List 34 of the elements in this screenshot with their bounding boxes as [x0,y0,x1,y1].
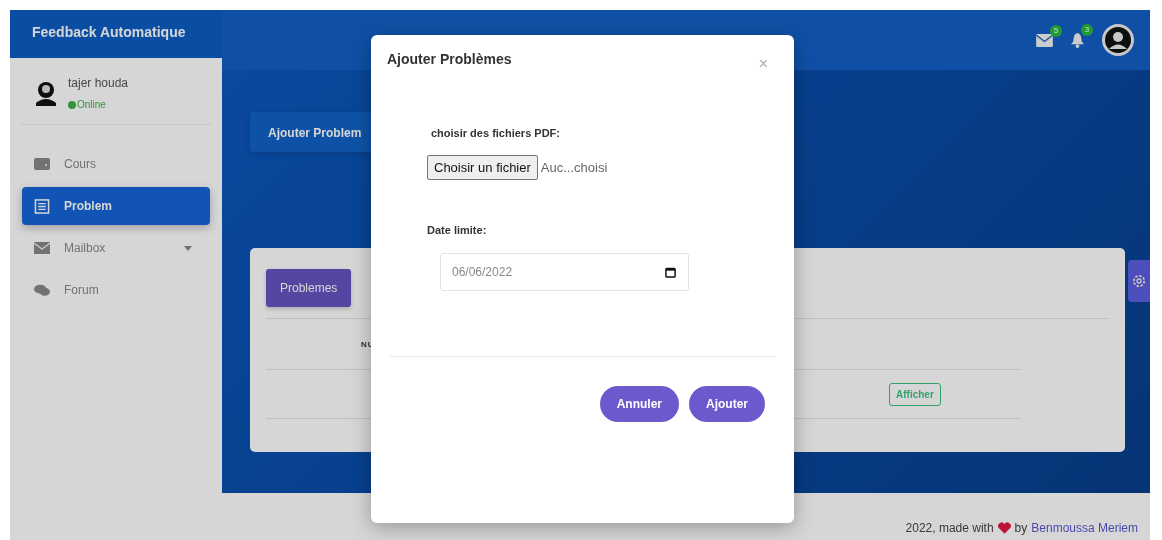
date-field[interactable]: 06/06/2022 [440,253,689,291]
status-text: Online [77,99,106,110]
calendar-icon [665,266,676,278]
settings-icon [1131,273,1147,289]
modal-title: Ajouter Problèmes [387,51,512,69]
wallet-icon [34,157,50,171]
app-title: Feedback Automatique [32,24,186,40]
notification-badge: 3 [1081,23,1093,36]
bell-icon[interactable] [1071,32,1084,48]
footer-credit: 2022, made with [905,521,994,535]
problemes-button[interactable]: Problemes [266,269,352,307]
file-label: choisir des fichiers PDF: [431,127,560,139]
author-link[interactable]: Benmoussa Meriem [1031,521,1138,535]
footer-by: by [1014,521,1028,535]
avatar-icon[interactable] [1102,24,1134,56]
nav-item[interactable]: Cours [22,145,210,183]
user-name: tajer houda [68,76,129,90]
page-title: Ajouter Problem [268,126,362,140]
heart-icon [997,522,1011,534]
cancel-button[interactable]: Annuler [599,386,679,422]
settings-tab[interactable] [1128,260,1150,302]
choose-file-button[interactable]: Choisir un fichier [427,155,538,180]
nav-item[interactable]: Forum [22,271,210,309]
date-label: Date limite: [427,224,487,236]
avatar-icon [34,80,58,106]
nav-item[interactable]: Problem [22,187,210,225]
envelope-icon[interactable] [1036,33,1053,47]
add-button[interactable]: Ajouter [689,386,765,422]
nav-item[interactable]: Mailbox [22,229,210,267]
file-status: Auc...choisi [540,160,608,175]
mail-badge: 5 [1050,24,1062,37]
envelope-icon [34,242,50,254]
chat-icon [34,283,50,297]
list-icon [34,198,50,214]
